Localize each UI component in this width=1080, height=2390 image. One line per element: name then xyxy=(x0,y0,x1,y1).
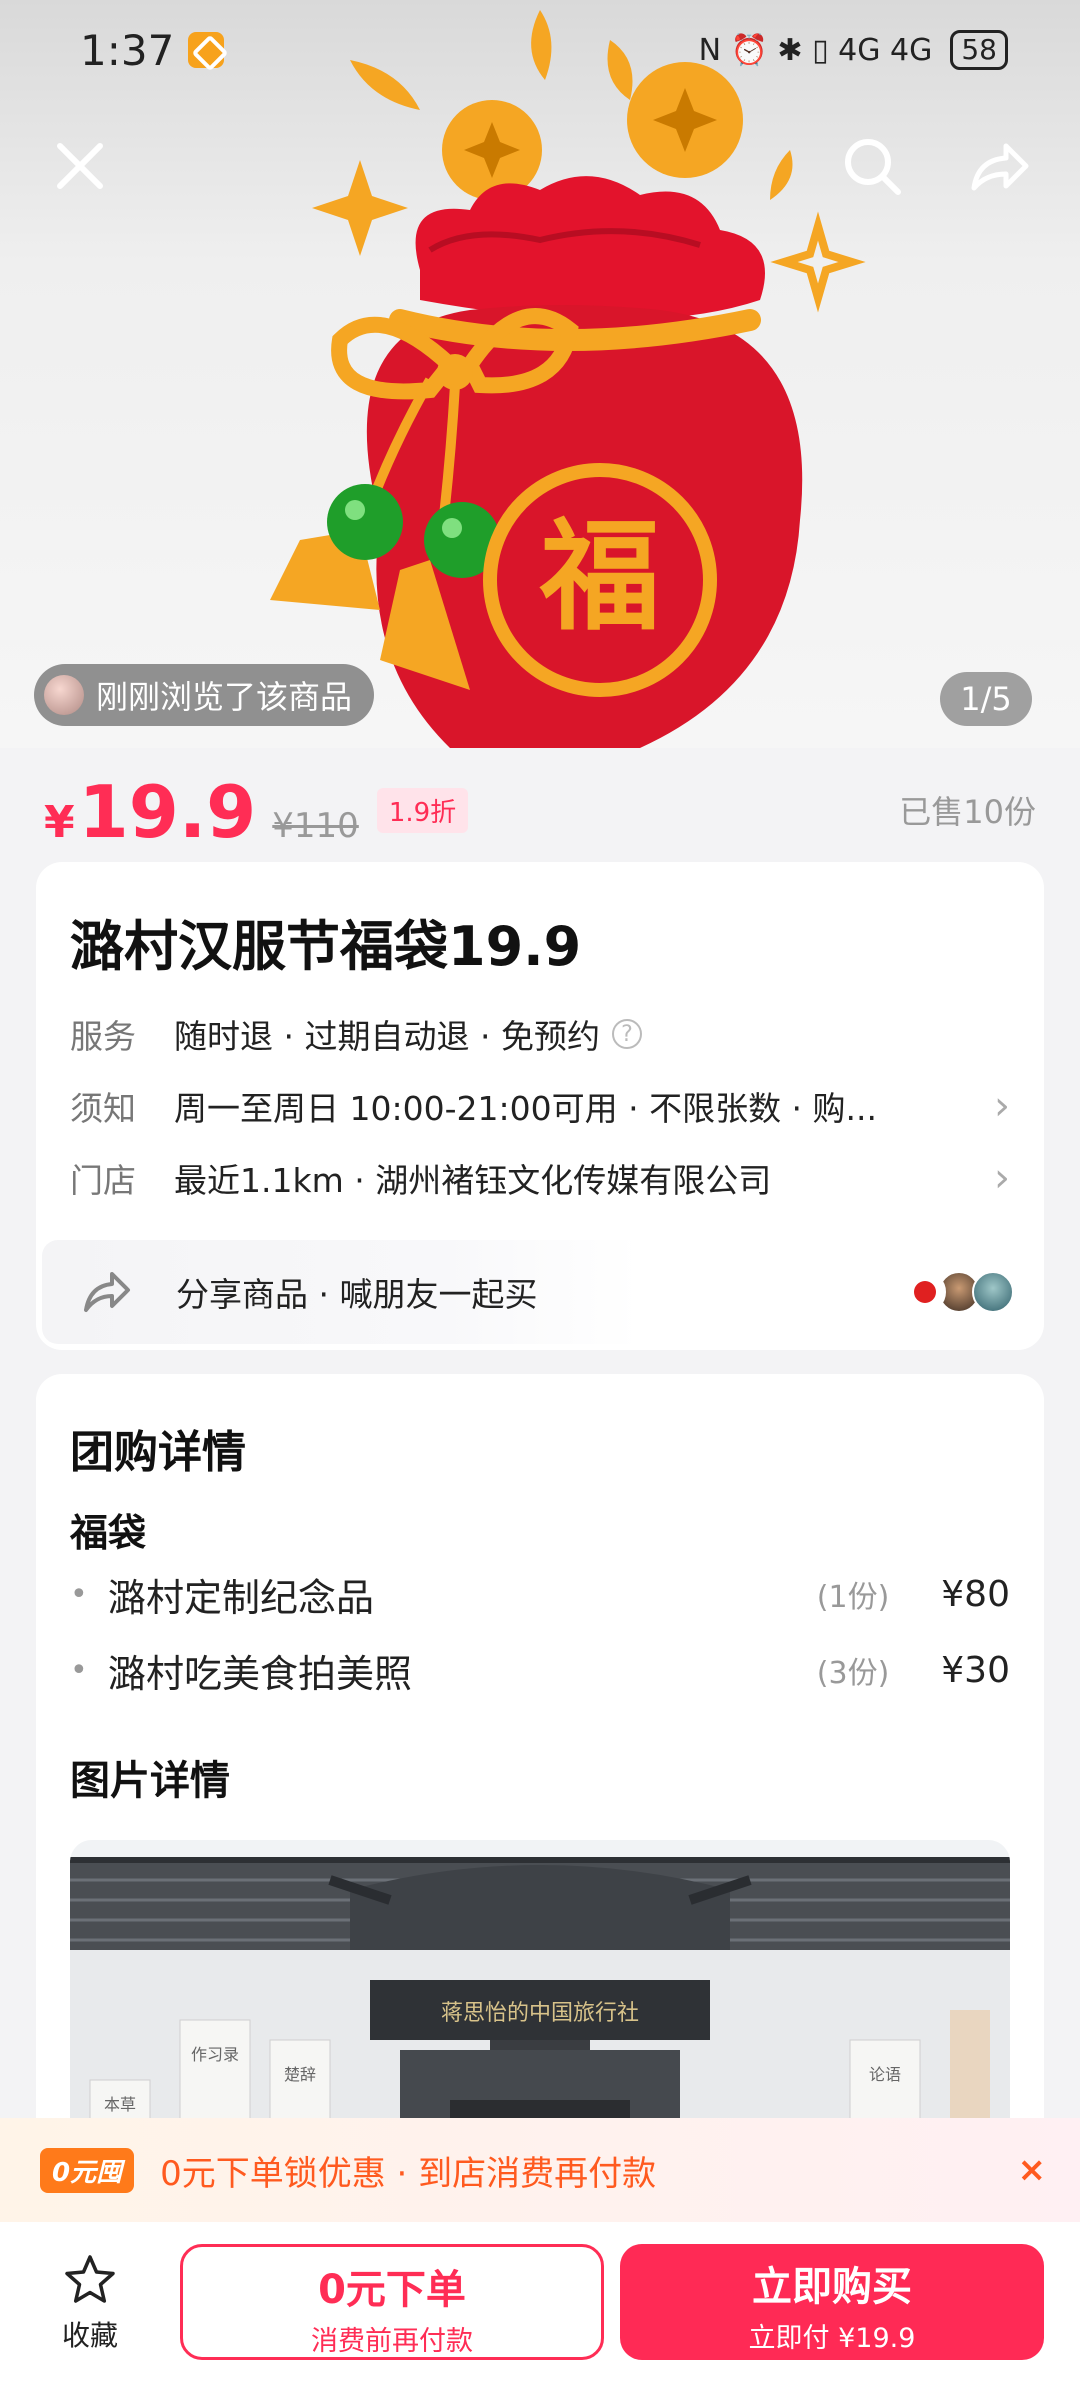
current-price: 19.9 xyxy=(78,770,257,854)
info-key: 须知 xyxy=(70,1089,136,1128)
info-row-store[interactable]: 门店 最近1.1km · 湖州褚钰文化传媒有限公司 › xyxy=(70,1150,1010,1206)
chevron-right-icon: › xyxy=(994,1083,1010,1129)
zero-yuan-order-button[interactable]: 0元下单 消费前再付款 xyxy=(180,2244,604,2360)
zero-yuan-tag: 0元囤 xyxy=(40,2147,135,2193)
close-promo-icon[interactable]: × xyxy=(1018,2150,1047,2190)
app-notification-icon xyxy=(188,32,225,68)
lucky-bag-image: 福 xyxy=(270,10,866,748)
svg-text:作习录: 作习录 xyxy=(191,2045,239,2064)
price-currency: ¥ xyxy=(44,797,75,848)
zero-yuan-promo-bar[interactable]: 0元囤 0元下单锁优惠 · 到店消费再付款 × xyxy=(0,2118,1080,2236)
buy-now-sublabel: 立即付 ¥19.9 xyxy=(748,2323,916,2354)
help-icon[interactable]: ? xyxy=(611,1019,642,1049)
zero-order-sublabel: 消费前再付款 xyxy=(311,2326,473,2357)
detail-section-title: 团购详情 xyxy=(70,1427,246,1478)
package-item: • 潞村吃美食拍美照 (3份) ¥30 xyxy=(70,1640,1010,1700)
svg-text:楚辞: 楚辞 xyxy=(284,2065,316,2084)
info-row-notice[interactable]: 须知 周一至周日 10:00-21:00可用 · 不限张数 · 购... › xyxy=(70,1078,1010,1134)
item-quantity: (1份) xyxy=(816,1580,890,1615)
zero-order-label: 0元下单 xyxy=(318,2267,466,2313)
info-key: 门店 xyxy=(70,1161,136,1200)
share-text: 分享商品 · 喊朋友一起买 xyxy=(176,1275,538,1314)
share-with-friends-row[interactable]: 分享商品 · 喊朋友一起买 xyxy=(42,1240,1038,1344)
svg-text:福: 福 xyxy=(539,508,660,647)
item-price: ¥80 xyxy=(941,1573,1010,1615)
item-name: 潞村定制纪念品 xyxy=(108,1575,375,1620)
share-icon[interactable] xyxy=(962,130,1034,202)
recently-viewed-badge: 刚刚浏览了该商品 xyxy=(34,664,375,726)
battery-icon: 58 xyxy=(950,30,1008,70)
share-arrow-icon xyxy=(84,1272,130,1312)
info-row-service[interactable]: 服务 随时退 · 过期自动退 · 免预约 ? xyxy=(70,1006,1010,1062)
avatar xyxy=(972,1271,1014,1313)
buy-now-label: 立即购买 xyxy=(752,2264,912,2310)
friend-avatars xyxy=(904,1271,1014,1313)
item-price: ¥30 xyxy=(941,1649,1010,1691)
svg-text:本草: 本草 xyxy=(104,2095,136,2114)
image-page-indicator: 1/5 xyxy=(940,672,1032,726)
discount-badge: 1.9折 xyxy=(376,787,469,833)
photo-section-title: 图片详情 xyxy=(70,1758,230,1804)
chevron-right-icon: › xyxy=(994,1155,1010,1201)
buy-now-button[interactable]: 立即购买 立即付 ¥19.9 xyxy=(620,2244,1044,2360)
product-info-card: 潞村汉服节福袋19.9 服务 随时退 · 过期自动退 · 免预约 ? 须知 周一… xyxy=(36,862,1044,1350)
avatar xyxy=(904,1271,946,1313)
info-value: 周一至周日 10:00-21:00可用 · 不限张数 · 购... xyxy=(174,1089,878,1128)
svg-text:蒋思怡的中国旅行社: 蒋思怡的中国旅行社 xyxy=(441,2001,639,2026)
promo-text: 0元下单锁优惠 · 到店消费再付款 xyxy=(160,2153,657,2194)
product-image-carousel[interactable]: 福 1:37 N ⏰ ✱ ▯ 4G 4G 58 刚刚浏览了该商品 1/5 xyxy=(0,0,1080,748)
recently-viewed-text: 刚刚浏览了该商品 xyxy=(96,678,353,716)
viewer-avatar xyxy=(44,675,84,715)
price-row: ¥ 19.9 ¥110 1.9折 已售10份 xyxy=(44,770,1036,854)
sold-count: 已售10份 xyxy=(899,793,1036,831)
status-bar: 1:37 N ⏰ ✱ ▯ 4G 4G 58 xyxy=(0,0,1080,100)
status-icons: N ⏰ ✱ ▯ 4G 4G 58 xyxy=(699,30,1008,70)
info-key: 服务 xyxy=(70,1017,136,1056)
package-item: • 潞村定制纪念品 (1份) ¥80 xyxy=(70,1564,1010,1624)
svg-text:论语: 论语 xyxy=(869,2065,901,2084)
original-price: ¥110 xyxy=(272,806,359,846)
status-time: 1:37 xyxy=(80,25,175,75)
product-title: 潞村汉服节福袋19.9 xyxy=(70,915,582,978)
favorite-label: 收藏 xyxy=(61,2319,118,2352)
status-indicators-icon: N ⏰ ✱ ▯ 4G 4G xyxy=(698,32,933,68)
item-name: 潞村吃美食拍美照 xyxy=(108,1651,413,1696)
star-icon xyxy=(65,2255,115,2303)
close-icon[interactable] xyxy=(44,130,116,202)
info-value: 随时退 · 过期自动退 · 免预约 xyxy=(174,1017,600,1056)
package-name: 福袋 xyxy=(70,1511,147,1555)
info-value: 最近1.1km · 湖州褚钰文化传媒有限公司 xyxy=(174,1161,772,1200)
bottom-action-bar: 收藏 0元下单 消费前再付款 立即购买 立即付 ¥19.9 xyxy=(0,2222,1080,2390)
item-quantity: (3份) xyxy=(816,1656,890,1691)
favorite-button[interactable]: 收藏 xyxy=(40,2252,140,2354)
search-icon[interactable] xyxy=(836,130,908,202)
